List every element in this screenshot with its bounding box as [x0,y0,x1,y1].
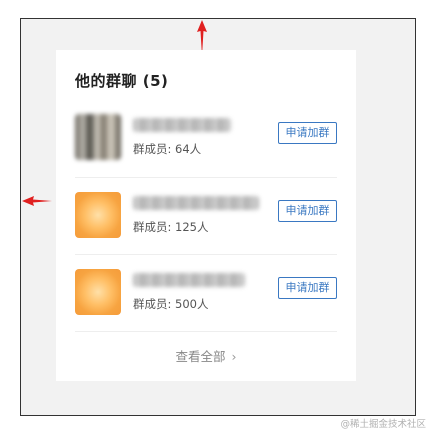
watermark: @稀土掘金技术社区 [340,419,426,430]
divider [75,331,337,332]
apply-join-button[interactable]: 申请加群 [278,277,337,299]
group-name-blurred [133,196,259,210]
group-members: 群成员: 64人 [133,142,202,156]
group-avatar [75,269,121,315]
card-title: 他的群聊 (5) [75,72,169,90]
group-item[interactable]: 群成员: 64人 申请加群 [75,114,337,184]
apply-join-button[interactable]: 申请加群 [278,122,337,144]
group-avatar [75,114,121,160]
screenshot-stage: 他的群聊 (5) 群成员: 64人 申请加群 群成员: 125人 申请加群 群成… [0,0,438,438]
view-all-label: 查看全部 [175,349,226,364]
group-members: 群成员: 125人 [133,220,209,234]
divider [75,254,337,255]
group-chat-card: 他的群聊 (5) 群成员: 64人 申请加群 群成员: 125人 申请加群 群成… [56,50,356,381]
group-name-blurred [133,118,231,132]
chevron-right-icon: › [231,349,237,364]
group-item[interactable]: 群成员: 125人 申请加群 [75,192,337,262]
group-avatar [75,192,121,238]
divider [75,177,337,178]
group-item[interactable]: 群成员: 500人 申请加群 [75,269,337,339]
group-members: 群成员: 500人 [133,297,209,311]
apply-join-button[interactable]: 申请加群 [278,200,337,222]
group-name-blurred [133,273,245,287]
view-all-link[interactable]: 查看全部 › [56,346,356,365]
arrow-left-icon [22,196,52,206]
